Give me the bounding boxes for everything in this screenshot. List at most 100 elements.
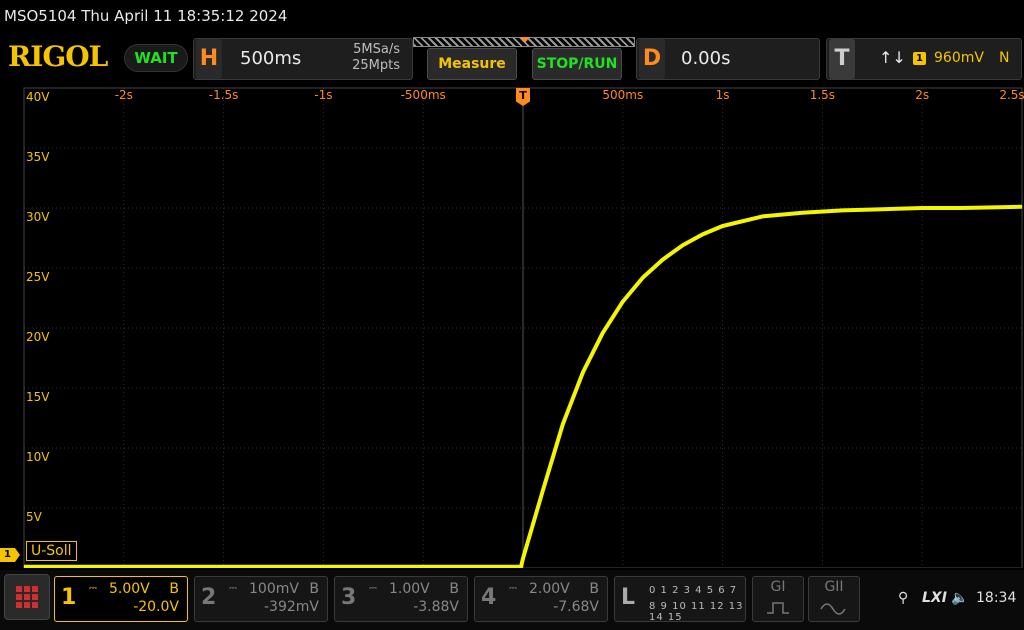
data-point (602, 332, 604, 334)
data-point (522, 557, 524, 559)
measure-button[interactable]: Measure (427, 48, 517, 80)
trigger-slope-icon: ↑↓ (879, 48, 906, 67)
time-tick-label: 1.5s (809, 88, 836, 102)
trigger-mode: N (999, 50, 1010, 66)
dc-coupling-icon: ⎓ (89, 583, 97, 594)
data-point (1021, 206, 1023, 208)
channel-2-offset: -392mV (264, 599, 319, 615)
channel-4-scale: 2.00V (529, 581, 570, 597)
delay-panel[interactable]: D 0.00s (636, 38, 820, 80)
data-point (542, 489, 544, 491)
device-datetime: MSO5104 Thu April 11 18:35:12 2024 (4, 7, 288, 25)
voltage-tick-label: 35V (26, 150, 50, 164)
top-toolbar: RIGOL WAIT H 500ms 5MSa/s 25Mpts Measure… (0, 34, 1024, 86)
channel-2-number: 2 (201, 585, 217, 610)
data-point (682, 244, 684, 246)
data-point (961, 207, 963, 209)
data-point (801, 212, 803, 214)
logic-analyzer-panel[interactable]: L 0 1 2 3 4 5 6 7 8 9 10 11 12 13 14 15 (614, 576, 746, 623)
voltage-tick-label: 10V (26, 450, 50, 464)
time-tick-label: -500ms (400, 88, 446, 102)
voltage-tick-label: 40V (26, 90, 50, 104)
channel-1-panel[interactable]: 1 ⎓ 5.00V B -20.0V (54, 576, 188, 622)
data-point (562, 423, 564, 425)
logic-channels-row-2: 8 9 10 11 12 13 14 15 (649, 601, 744, 623)
square-wave-icon (767, 602, 789, 614)
horizontal-letter: H (196, 39, 222, 79)
grid-icon (16, 586, 38, 608)
sound-icon[interactable]: 🔈 (951, 590, 968, 606)
bottom-bar: 1 ⎓ 5.00V B -20.0V 2 ⎓ 100mV B -392mV 3 ⎓ 1.00V B -3.8… (0, 570, 1024, 630)
data-point (642, 277, 644, 279)
sample-rate: 5MSa/s (353, 42, 400, 57)
voltage-tick-label: 25V (26, 270, 50, 284)
home-menu-button[interactable] (4, 574, 50, 620)
delay-value: 0.00s (681, 48, 731, 69)
data-point (762, 215, 764, 217)
data-point (702, 233, 704, 235)
channel-3-offset: -3.88V (413, 599, 459, 615)
logic-letter: L (621, 585, 636, 610)
data-point (722, 225, 724, 227)
horizontal-panel[interactable]: H 500ms 5MSa/s 25Mpts (193, 38, 413, 80)
data-point (662, 259, 664, 261)
channel-1-offset: -20.0V (133, 599, 179, 615)
dc-coupling-icon: ⎓ (369, 583, 377, 594)
time-tick-label: -2s (114, 88, 133, 102)
data-point (520, 566, 522, 568)
data-point (23, 566, 25, 568)
data-point (582, 371, 584, 373)
generator-2-button[interactable]: GII (808, 576, 860, 622)
channel-1-label: U-Soll (26, 541, 77, 561)
trigger-panel[interactable]: T ↑↓ 1 960mV N (826, 38, 1022, 80)
channel-2-bandwidth-limit: B (309, 581, 319, 597)
time-tick-label: -1s (314, 88, 333, 102)
data-point (622, 301, 624, 303)
data-point (881, 208, 883, 210)
channel-1-scale: 5.00V (109, 581, 150, 597)
channel-3-panel[interactable]: 3 ⎓ 1.00V B -3.88V (334, 576, 468, 622)
channel-3-bandwidth-limit: B (449, 581, 459, 597)
channel-4-panel[interactable]: 4 ⎓ 2.00V B -7.68V (474, 576, 608, 622)
status-time: 18:34 (976, 590, 1017, 606)
time-tick-label: 2s (915, 88, 930, 102)
time-tick-label: 500ms (602, 88, 644, 102)
trigger-level: 960mV (934, 50, 984, 66)
dc-coupling-icon: ⎓ (509, 583, 517, 594)
data-point (841, 209, 843, 211)
stop-run-button[interactable]: STOP/RUN (532, 48, 622, 80)
rigol-logo: RIGOL (8, 40, 108, 73)
title-bar: MSO5104 Thu April 11 18:35:12 2024 (0, 0, 1024, 34)
run-state-badge[interactable]: WAIT (124, 44, 188, 72)
voltage-tick-label: 5V (26, 510, 42, 524)
sine-wave-icon (820, 603, 846, 615)
generator-1-button[interactable]: GI (752, 576, 804, 622)
time-tick-label: 1s (715, 88, 730, 102)
channel-4-offset: -7.68V (553, 599, 599, 615)
channel-1-bandwidth-limit: B (169, 581, 179, 597)
delay-letter: D (639, 39, 665, 79)
waveform-grid (23, 87, 1023, 569)
timebase-value: 500ms (240, 48, 302, 69)
voltage-tick-label: 15V (26, 390, 50, 404)
trigger-letter: T (829, 39, 855, 79)
channel-2-panel[interactable]: 2 ⎓ 100mV B -392mV (194, 576, 328, 622)
voltage-tick-label: 20V (26, 330, 50, 344)
time-tick-label: -1.5s (208, 88, 239, 102)
lxi-icon: LXI (922, 590, 947, 606)
usb-icon: ⚲ (898, 590, 909, 606)
channel-3-number: 3 (341, 585, 357, 610)
dc-coupling-icon: ⎓ (229, 583, 237, 594)
logic-channels-row-1: 0 1 2 3 4 5 6 7 (649, 585, 738, 596)
memory-depth: 25Mpts (352, 58, 400, 73)
channel-1-number: 1 (61, 585, 77, 610)
trigger-source: 1 (913, 52, 926, 65)
waveform-display[interactable]: -2s -1.5s -1s -500ms 500ms 1s 1.5s 2s 2.5s 40V 35… (0, 86, 1024, 569)
channel-4-bandwidth-limit: B (589, 581, 599, 597)
memory-position-marker (520, 37, 530, 43)
channel-3-scale: 1.00V (389, 581, 430, 597)
voltage-tick-label: 30V (26, 210, 50, 224)
channel-4-number: 4 (481, 585, 497, 610)
channel-2-scale: 100mV (249, 581, 299, 597)
data-point (921, 207, 923, 209)
